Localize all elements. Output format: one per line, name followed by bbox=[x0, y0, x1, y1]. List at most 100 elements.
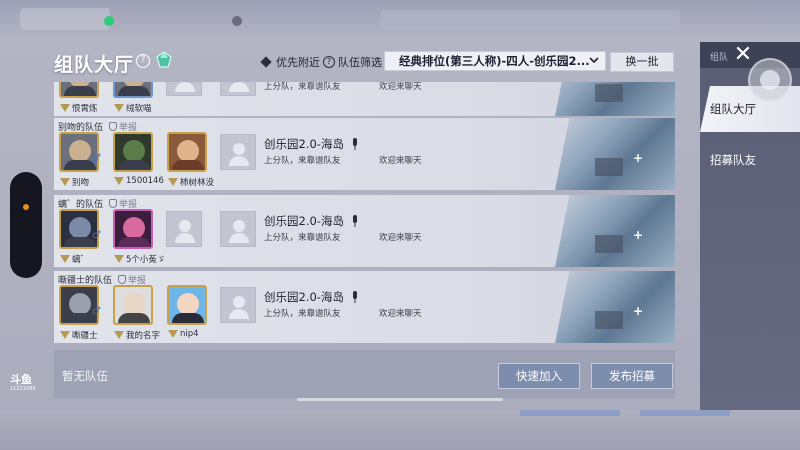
help-icon[interactable]: ? bbox=[136, 54, 150, 68]
team-card[interactable]: 嘶疆士的队伍 举报 ♂ 嘶疆士 我的名字 nip4 创乐园2.0-海岛 上分队，… bbox=[54, 271, 675, 343]
team-card[interactable]: 别吻的队伍 举报 ♂ 别吻 1500146 柿树林没 创乐园2.0-海岛 上分队… bbox=[54, 118, 675, 190]
team-chat-note: 欢迎来聊天 bbox=[379, 233, 422, 243]
empty-slot[interactable] bbox=[220, 134, 256, 170]
member-name: 别吻 bbox=[60, 176, 89, 188]
quick-join-button[interactable]: 快速加入 bbox=[498, 363, 580, 389]
team-member[interactable]: 1500146 bbox=[110, 132, 164, 186]
member-name: nip4 bbox=[168, 329, 199, 339]
empty-slot[interactable] bbox=[220, 211, 256, 247]
rank-icon bbox=[114, 104, 124, 112]
team-list[interactable]: 恨霄炼 绒软喵 上分队，来靠谱队友 欢迎来聊天 别吻的队伍 举报 ♂ 别吻 15… bbox=[54, 82, 675, 382]
status-dot-gray bbox=[232, 16, 242, 26]
member-name: 恨霄炼 bbox=[60, 102, 98, 114]
avatar bbox=[113, 209, 153, 249]
filter-label: 队伍筛选 bbox=[338, 56, 382, 69]
background-bar bbox=[640, 410, 730, 416]
sidebar-top-label: 组队 bbox=[710, 53, 729, 63]
rank-icon bbox=[114, 331, 124, 339]
empty-slot[interactable] bbox=[166, 82, 202, 96]
room-name: 创乐园2.0-海岛 bbox=[264, 214, 344, 228]
avatar bbox=[59, 285, 99, 325]
map-thumbnail[interactable]: + bbox=[555, 271, 675, 343]
team-member[interactable]: nip4 bbox=[164, 285, 210, 339]
member-name: 1500146 bbox=[114, 176, 164, 186]
background-bar bbox=[520, 410, 620, 416]
filter-value: 经典排位(第三人称)-四人-创乐园2... bbox=[399, 54, 590, 68]
avatar bbox=[113, 82, 153, 98]
background-blur bbox=[20, 8, 110, 30]
member-name: 我的名字 bbox=[114, 329, 160, 341]
avatar bbox=[113, 285, 153, 325]
help-icon[interactable]: ? bbox=[323, 56, 335, 68]
map-thumbnail[interactable]: + bbox=[555, 195, 675, 267]
no-team-label: 暂无队伍 bbox=[62, 369, 108, 383]
team-member[interactable]: 恨霄炼 bbox=[56, 82, 102, 114]
team-description: 上分队，来靠谱队友 bbox=[264, 156, 341, 166]
gender-icon: ♂ bbox=[92, 153, 101, 164]
room-name: 创乐园2.0-海岛 bbox=[264, 137, 344, 151]
shield-icon bbox=[118, 275, 127, 284]
team-card[interactable]: 恨霄炼 绒软喵 上分队，来靠谱队友 欢迎来聊天 bbox=[54, 82, 675, 116]
team-description: 上分队，来靠谱队友 bbox=[264, 233, 341, 243]
team-lobby-panel: 组队大厅 ? 优先附近 ? 队伍筛选 经典排位(第三人称)-四人-创乐园2...… bbox=[0, 42, 700, 410]
rank-icon bbox=[60, 178, 70, 186]
map-thumbnail[interactable]: + bbox=[555, 118, 675, 190]
avatar bbox=[59, 132, 99, 172]
team-member[interactable]: 我的名字 bbox=[110, 285, 160, 341]
team-chat-note: 欢迎来聊天 bbox=[379, 156, 422, 166]
shield-icon bbox=[109, 199, 118, 208]
team-member[interactable]: ♂ 螭゛ bbox=[56, 209, 102, 265]
mic-icon bbox=[353, 215, 357, 227]
team-member[interactable]: ♂ 别吻 bbox=[56, 132, 102, 188]
member-name: 柿树林没 bbox=[168, 176, 214, 188]
avatar bbox=[113, 132, 153, 172]
team-description: 上分队，来靠谱队友 bbox=[264, 82, 341, 92]
map-thumbnail[interactable] bbox=[555, 82, 675, 116]
team-member[interactable]: 5个小菟ゞ bbox=[110, 209, 165, 265]
plus-icon: + bbox=[633, 151, 644, 165]
team-member[interactable]: ♂ 嘶疆士 bbox=[56, 285, 102, 341]
rank-icon bbox=[60, 331, 70, 339]
sidebar: 组队 组队大厅 招募队友 bbox=[700, 42, 800, 410]
publish-recruit-button[interactable]: 发布招募 bbox=[591, 363, 673, 389]
rank-icon bbox=[114, 255, 124, 263]
page-title: 组队大厅 bbox=[54, 54, 135, 76]
gem-icon bbox=[156, 51, 172, 68]
refresh-button[interactable]: 换一批 bbox=[610, 52, 674, 72]
status-dot-green bbox=[104, 16, 114, 26]
plus-icon: + bbox=[633, 228, 644, 242]
empty-slot[interactable] bbox=[220, 82, 256, 96]
floating-side-pill[interactable] bbox=[10, 172, 42, 278]
team-chat-note: 欢迎来聊天 bbox=[379, 82, 422, 92]
rank-icon bbox=[114, 177, 124, 185]
close-icon[interactable]: ✕ bbox=[730, 42, 756, 68]
avatar bbox=[59, 209, 99, 249]
team-card[interactable]: 螭゛的队伍 举报 ♂ 螭゛ 5个小菟ゞ 创乐园2.0-海岛 上分队，来靠谱队友 … bbox=[54, 195, 675, 267]
gender-icon: ♂ bbox=[92, 230, 101, 241]
team-chat-note: 欢迎来聊天 bbox=[379, 309, 422, 319]
indicator-dot bbox=[23, 204, 29, 210]
joystick-overlay[interactable] bbox=[748, 58, 792, 102]
mic-icon bbox=[353, 138, 357, 150]
panel-footer: 暂无队伍 快速加入 发布招募 bbox=[54, 350, 675, 398]
empty-slot[interactable] bbox=[166, 211, 202, 247]
background-bottom bbox=[0, 410, 800, 450]
team-member[interactable]: 柿树林没 bbox=[164, 132, 214, 188]
empty-slot[interactable] bbox=[220, 287, 256, 323]
background-blur bbox=[380, 10, 680, 30]
rank-icon bbox=[168, 178, 178, 186]
tab-recruit[interactable]: 招募队友 bbox=[700, 148, 800, 172]
diamond-icon bbox=[260, 56, 272, 68]
shield-icon bbox=[109, 122, 118, 131]
rank-icon bbox=[60, 255, 70, 263]
home-indicator bbox=[297, 398, 503, 401]
priority-label: 优先附近 bbox=[276, 56, 320, 69]
team-member[interactable]: 绒软喵 bbox=[110, 82, 156, 114]
mic-icon bbox=[353, 291, 357, 303]
priority-nearby-toggle[interactable]: 优先附近 ? bbox=[260, 54, 335, 70]
room-name: 创乐园2.0-海岛 bbox=[264, 290, 344, 304]
panel-header: 组队大厅 ? 优先附近 ? 队伍筛选 经典排位(第三人称)-四人-创乐园2...… bbox=[0, 42, 700, 82]
plus-icon: + bbox=[633, 304, 644, 318]
chevron-down-icon bbox=[589, 57, 599, 64]
team-filter-select[interactable]: 经典排位(第三人称)-四人-创乐园2... bbox=[384, 51, 606, 71]
